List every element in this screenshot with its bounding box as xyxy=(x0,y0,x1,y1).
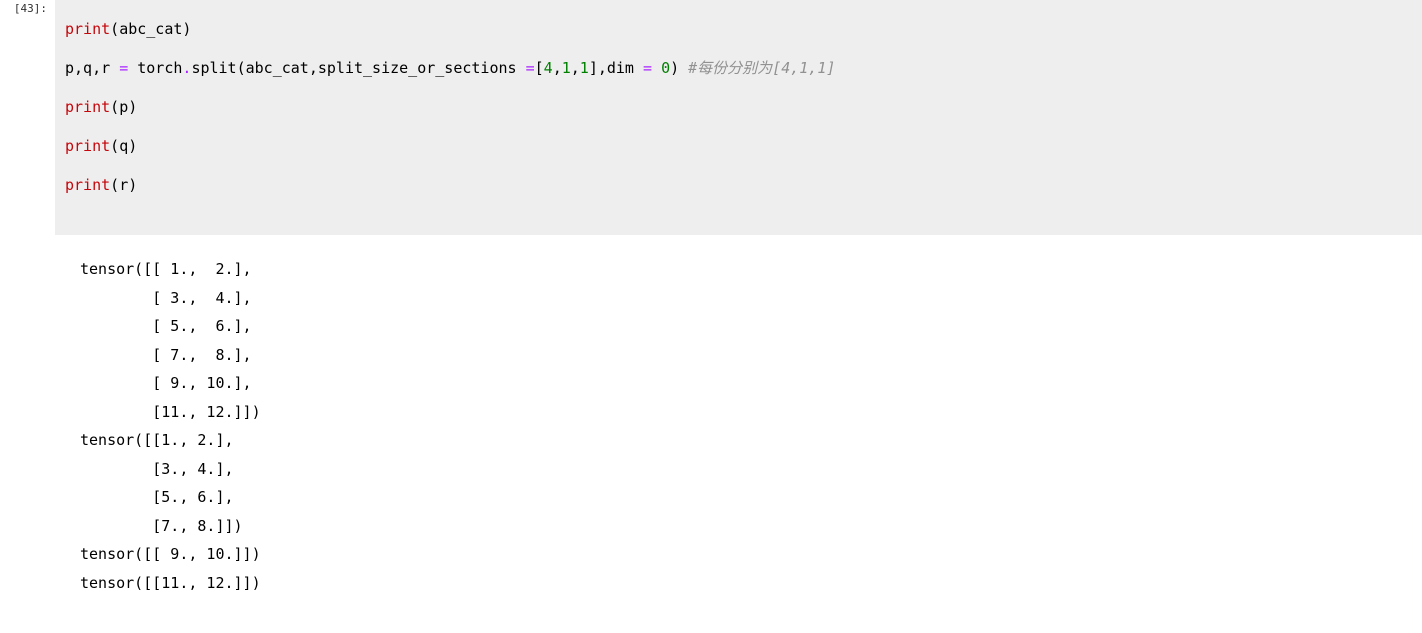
token-arg: p xyxy=(119,98,128,116)
token-num-4: 4 xyxy=(544,59,553,77)
token-close-paren: ) xyxy=(128,176,137,194)
input-cell: [43]: print(abc_cat) p,q,r = torch.split… xyxy=(0,0,1422,235)
token-print: print xyxy=(65,98,110,116)
code-line-1: print(abc_cat) xyxy=(65,10,1412,49)
token-eq: = xyxy=(119,59,128,77)
token-comment: #每份分别为[4,1,1] xyxy=(688,59,835,77)
token-arg: r xyxy=(119,176,128,194)
prompt-label: [43]: xyxy=(14,2,47,15)
token-dim: ,dim xyxy=(598,59,643,77)
token-comma: , xyxy=(553,59,562,77)
code-line-5: print(r) xyxy=(65,166,1412,205)
token-eq2: = xyxy=(526,59,535,77)
token-lhs: p,q,r xyxy=(65,59,119,77)
token-num-1a: 1 xyxy=(562,59,571,77)
token-arg: abc_cat xyxy=(119,20,182,38)
token-num-1b: 1 xyxy=(580,59,589,77)
token-bracket-open: [ xyxy=(535,59,544,77)
token-open-paren: ( xyxy=(110,98,119,116)
token-close-paren: ) xyxy=(128,137,137,155)
token-sp3 xyxy=(679,59,688,77)
token-open-paren: ( xyxy=(110,137,119,155)
token-print: print xyxy=(65,137,110,155)
token-split: split xyxy=(191,59,236,77)
token-torch: torch xyxy=(128,59,182,77)
output-cell: tensor([[ 1., 2.], [ 3., 4.], [ 5., 6.],… xyxy=(0,235,1422,607)
token-print: print xyxy=(65,20,110,38)
token-close-paren: ) xyxy=(182,20,191,38)
code-line-2: p,q,r = torch.split(abc_cat,split_size_o… xyxy=(65,49,1412,88)
token-open-paren: ( xyxy=(110,20,119,38)
token-close: ) xyxy=(670,59,679,77)
token-open: ( xyxy=(237,59,246,77)
token-arg1: abc_cat,split_size_or_sections xyxy=(246,59,526,77)
token-eq3: = xyxy=(643,59,652,77)
cell-prompt: [43]: xyxy=(0,0,55,235)
token-print: print xyxy=(65,176,110,194)
output-prompt xyxy=(0,235,55,607)
token-sp xyxy=(652,59,661,77)
code-input-area[interactable]: print(abc_cat) p,q,r = torch.split(abc_c… xyxy=(55,0,1422,235)
token-close-paren: ) xyxy=(128,98,137,116)
code-line-3: print(p) xyxy=(65,88,1412,127)
token-num-0: 0 xyxy=(661,59,670,77)
token-bracket-close: ] xyxy=(589,59,598,77)
cell-output: tensor([[ 1., 2.], [ 3., 4.], [ 5., 6.],… xyxy=(55,235,1422,607)
token-comma: , xyxy=(571,59,580,77)
token-open-paren: ( xyxy=(110,176,119,194)
code-line-4: print(q) xyxy=(65,127,1412,166)
token-arg: q xyxy=(119,137,128,155)
